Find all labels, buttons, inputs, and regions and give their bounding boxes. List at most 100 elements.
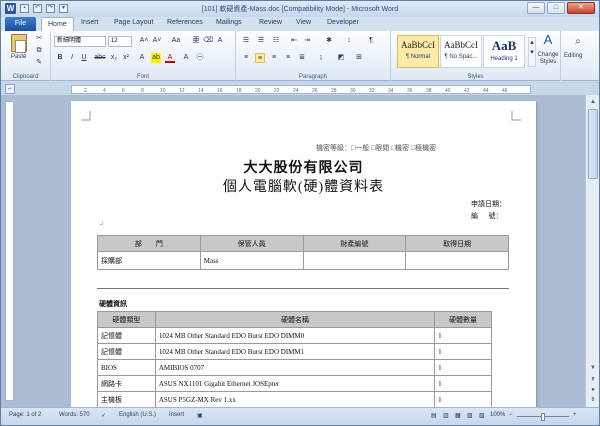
style-no-spacing[interactable]: AaBbCcI ¶ No Spac... [440,35,482,68]
table-cell[interactable]: 1024 MB Other Standard EDO Burst EDO DIM… [154,343,436,360]
styles-scroll-icon[interactable]: ▴ ▾ [528,37,536,67]
numbering-icon[interactable]: ☰ [256,36,266,46]
word-count[interactable]: Words: 570 [59,412,90,418]
outline-icon[interactable]: ▧ [467,412,473,419]
paste-icon[interactable] [11,34,27,53]
tab-references[interactable]: References [167,19,203,26]
table-cell[interactable]: Mass [199,251,304,270]
table-cell[interactable]: 1 [434,343,492,360]
show-marks-icon[interactable]: ¶ [366,36,376,46]
bold-button[interactable]: B [55,53,65,63]
zoom-out-icon[interactable]: − [509,412,513,418]
tab-view[interactable]: View [296,19,311,26]
zoom-in-icon[interactable]: + [573,412,577,418]
italic-button[interactable]: I [67,53,77,63]
change-styles-label[interactable]: Change Styles [536,52,560,66]
browse-object-icon[interactable]: ● [588,385,598,395]
scroll-down-icon[interactable]: ▼ [588,363,598,373]
table-cell[interactable]: 1 [434,391,492,407]
page-count[interactable]: Page: 1 of 2 [9,412,41,418]
scroll-thumb[interactable] [588,109,598,179]
document-page[interactable]: 機密等級：□一般 □限閱 □機密 □極機密 大大股份有限公司 個人電腦軟(硬)體… [71,101,536,407]
web-layout-icon[interactable]: ▦ [455,412,461,419]
minimize-button[interactable]: — [527,2,545,14]
text-effects-icon[interactable]: A [137,53,147,63]
format-painter-icon[interactable]: ✎ [34,58,44,68]
shrink-font-button[interactable]: A˅ [151,36,163,46]
tab-page-layout[interactable]: Page Layout [114,19,153,26]
font-color-button[interactable]: A [165,53,175,63]
change-styles-icon[interactable]: A [538,33,558,51]
draft-icon[interactable]: ▨ [479,412,485,419]
language-status[interactable]: English (U.S.) [119,412,156,418]
table-cell[interactable]: 記憶體 [97,327,156,344]
style-normal[interactable]: AaBbCcI ¶ Normal [397,35,439,68]
char-border-icon[interactable]: A [215,36,225,46]
table-cell[interactable]: 網路卡 [97,375,156,392]
align-left-icon[interactable]: ≡ [241,53,251,63]
table-cell[interactable]: BIOS [97,359,156,376]
strikethrough-button[interactable]: abc [93,53,107,63]
multilevel-list-icon[interactable]: ☷ [271,36,281,46]
underline-button[interactable]: U [79,53,89,63]
cut-icon[interactable]: ✂ [34,34,44,44]
scroll-up-icon[interactable]: ▲ [588,97,598,107]
tab-review[interactable]: Review [259,19,282,26]
tab-mailings[interactable]: Mailings [216,19,242,26]
superscript-button[interactable]: x² [121,53,131,63]
find-icon[interactable]: ⌕ [573,37,583,47]
table-cell[interactable]: 1024 MB Other Standard EDO Burst EDO DIM… [154,327,436,344]
maximize-button[interactable]: □ [547,2,565,14]
style-heading-1[interactable]: AaB Heading 1 [483,35,525,68]
table-cell[interactable]: 採購部 [97,251,201,270]
tab-file[interactable]: File [5,17,36,31]
decrease-indent-icon[interactable]: ⇤ [289,36,299,46]
close-button[interactable]: ✕ [567,2,595,14]
ruler-toggle-icon[interactable]: ⌐ [5,84,15,94]
enclose-char-icon[interactable]: ㊀ [195,53,205,63]
asian-layout-icon[interactable]: ✱ [324,36,334,46]
insert-mode[interactable]: Insert [169,412,184,418]
editing-label[interactable]: Editing [564,53,582,59]
tab-home[interactable]: Home [41,17,74,31]
table-cell[interactable]: 主機板 [97,391,156,407]
full-screen-icon[interactable]: ▥ [443,412,449,419]
justify-icon[interactable]: ≡ [283,53,293,63]
vertical-ruler[interactable] [5,101,14,401]
table-cell[interactable]: 記憶體 [97,343,156,360]
table-cell[interactable] [405,251,509,270]
table-cell[interactable]: AMIBIOS 0707 [154,359,436,376]
line-spacing-icon[interactable]: ↨ [316,53,326,63]
proofing-icon[interactable]: ✓ [101,412,106,419]
increase-indent-icon[interactable]: ⇥ [302,36,312,46]
tab-insert[interactable]: Insert [81,19,99,26]
subscript-button[interactable]: x₂ [109,53,119,63]
table-cell[interactable]: 1 [434,327,492,344]
phonetic-guide-icon[interactable]: 亜 [191,36,201,46]
align-center-icon[interactable]: ≡ [255,53,265,63]
sort-icon[interactable]: ↕ [344,36,354,46]
table-cell[interactable]: ASUS P5GZ-MX Rev 1.xx [154,391,436,407]
clear-format-icon[interactable]: ⌫ [203,36,213,46]
prev-page-icon[interactable]: ⇞ [588,375,598,385]
table-cell[interactable]: 1 [434,359,492,376]
bullets-icon[interactable]: ☰ [241,36,251,46]
copy-icon[interactable]: ⧉ [34,46,44,56]
grow-font-button[interactable]: A˄ [138,36,150,46]
char-shading-icon[interactable]: A [181,53,191,63]
distributed-icon[interactable]: ≣ [297,53,307,63]
table-cell[interactable]: 1 [434,375,492,392]
shading-icon[interactable]: ◩ [336,53,346,63]
zoom-level[interactable]: 100% [490,412,505,418]
print-layout-icon[interactable]: ▤ [431,412,437,419]
table-cell[interactable] [302,251,407,270]
next-page-icon[interactable]: ⇟ [588,395,598,405]
zoom-slider-thumb[interactable] [541,413,545,421]
font-size-select[interactable]: 12 [108,36,132,47]
highlight-icon[interactable]: ab [151,53,161,63]
paste-label[interactable]: Paste [11,54,26,60]
horizontal-ruler[interactable]: 2 4 6 8 10 12 14 16 18 20 22 24 26 28 30 32 34 36 38 40 42 44… [71,85,531,94]
borders-icon[interactable]: ⊞ [354,53,364,63]
align-right-icon[interactable]: ≡ [269,53,279,63]
vertical-scrollbar[interactable]: ▲ ▼ ⇞ ● ⇟ [585,95,599,407]
